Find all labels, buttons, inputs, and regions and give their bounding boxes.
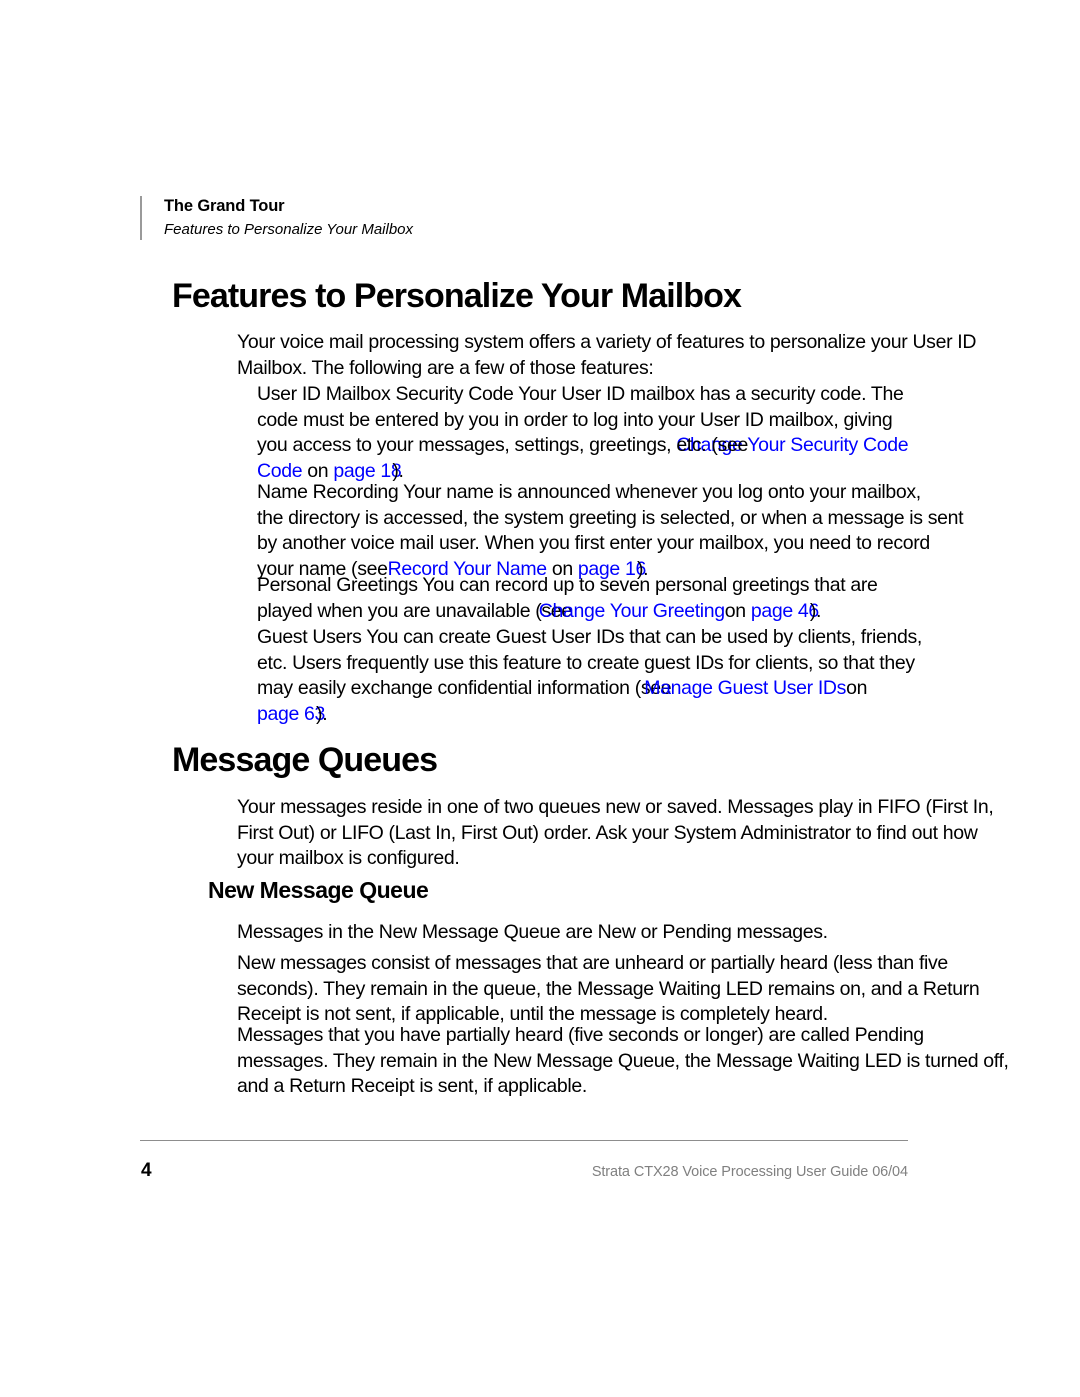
paragraph-intro: Your voice mail processing system offers…: [237, 331, 977, 379]
paragraph-queues-intro: Your messages reside in one of two queue…: [237, 796, 994, 870]
security-code-line-4-link-cont[interactable]: Code: [257, 460, 303, 482]
paragraph-name-recording: Name Recording Your name is announced wh…: [257, 481, 964, 580]
guest-users-line-2: etc. Users frequently use this feature t…: [257, 651, 915, 674]
running-header-chapter: The Grand Tour: [164, 197, 285, 215]
name-recording-line-1: Name Recording Your name is announced wh…: [257, 481, 921, 503]
personal-greetings-line-1: Personal Greetings You can record up to …: [257, 574, 878, 596]
link-change-your-greeting[interactable]: Change Your Greeting: [539, 600, 725, 622]
security-code-line-3-text: you access to your messages, settings, g…: [257, 434, 677, 457]
link-page-18[interactable]: page 18: [333, 460, 401, 482]
name-recording-line-3: by another voice mail user. When you fir…: [257, 532, 930, 555]
running-header: The Grand Tour Features to Personalize Y…: [140, 196, 900, 240]
paragraph-security-code: User ID Mailbox Security Code Your User …: [257, 383, 909, 482]
link-manage-guest-user-ids[interactable]: Manage Guest User IDs: [644, 677, 846, 699]
paragraph-guest-users: Guest Users You can create Guest User ID…: [257, 626, 922, 725]
running-header-section: Features to Personalize Your Mailbox: [164, 221, 414, 238]
footer-divider: [140, 1140, 908, 1141]
security-code-on-word: on: [302, 459, 334, 482]
heading-message-queues: Message Queues: [172, 741, 438, 779]
heading-new-message-queue: New Message Queue: [208, 877, 429, 903]
heading-features-to-personalize-your-mailbox: Features to Personalize Your Mailbox: [172, 277, 742, 315]
footer-page-number: 4: [141, 1160, 152, 1181]
personal-greetings-line-2-text: played when you are unavailable (see: [257, 599, 572, 622]
paragraph-personal-greetings: Personal Greetings You can record up to …: [257, 574, 878, 622]
name-recording-line-2: the directory is accessed, the system gr…: [257, 506, 964, 529]
security-code-line-2: code must be entered by you in order to …: [257, 408, 893, 431]
guest-users-line-3-text: may easily exchange confidential informa…: [257, 677, 672, 700]
paragraph-new-queue-3: Messages that you have partially heard (…: [237, 1024, 1009, 1098]
guest-users-on-word: on: [846, 677, 868, 700]
document-page: The Grand Tour Features to Personalize Y…: [0, 0, 1080, 1397]
personal-greetings-on-word: on: [724, 599, 751, 622]
footer-guide-title: Strata CTX28 Voice Processing User Guide…: [591, 1164, 908, 1180]
security-code-line-1: User ID Mailbox Security Code Your User …: [257, 383, 904, 405]
link-page-46[interactable]: page 46: [751, 600, 819, 622]
guest-users-line-1: Guest Users You can create Guest User ID…: [257, 626, 922, 648]
paragraph-new-queue-2: New messages consist of messages that ar…: [237, 952, 980, 1026]
link-page-63[interactable]: page 63: [257, 703, 325, 725]
paragraph-new-queue-1: Messages in the New Message Queue are Ne…: [237, 921, 828, 943]
